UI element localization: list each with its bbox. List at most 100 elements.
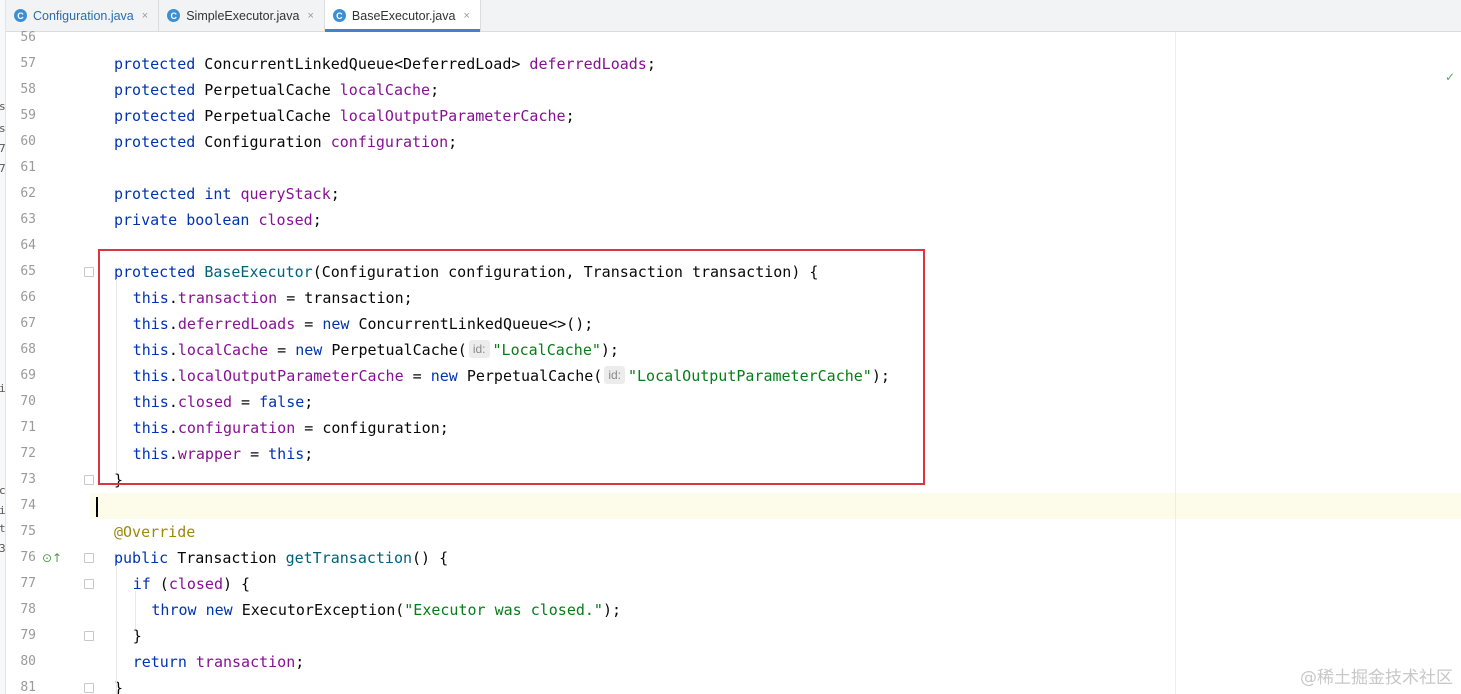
line-number: 80 — [20, 654, 36, 669]
override-method-icon[interactable]: ⊙↑ — [42, 545, 62, 571]
line-number-gutter[interactable]: 56 57 58 59 60 61 62 63 64 65 66 67 68 69 70 71 72 73 74 75… — [6, 30, 94, 694]
code-line[interactable]: } — [90, 675, 1461, 694]
code-line[interactable]: throw new ExecutorException("Executor wa… — [90, 597, 1461, 623]
code-token: transaction — [177, 289, 278, 307]
code-line[interactable]: } — [90, 623, 1461, 649]
sliver-char: c — [0, 484, 5, 497]
indent-guide — [116, 279, 117, 473]
code-token: = — [403, 367, 431, 385]
code-token: new — [322, 315, 350, 333]
code-token: PerpetualCache( — [322, 341, 467, 359]
code-token: localCache — [339, 81, 431, 99]
code-line[interactable]: this.transaction = transaction; — [90, 285, 1461, 311]
code-text: throw new ExecutorException("Executor wa… — [151, 597, 621, 623]
code-token: this — [132, 367, 169, 385]
sliver-char: i — [0, 382, 5, 395]
code-line[interactable]: @Override — [90, 519, 1461, 545]
close-icon[interactable]: × — [463, 10, 469, 22]
code-token: closed — [258, 211, 313, 229]
code-token: ExecutorException( — [232, 601, 405, 619]
code-text: return transaction; — [133, 649, 305, 675]
code-line[interactable]: protected Configuration configuration; — [90, 129, 1461, 155]
code-line[interactable]: if (closed) { — [90, 571, 1461, 597]
line-number: 74 — [20, 498, 36, 513]
code-line[interactable]: public Transaction getTransaction() { — [90, 545, 1461, 571]
code-token: () { — [412, 549, 449, 567]
code-token: ; — [646, 55, 656, 73]
code-token: = configuration; — [295, 419, 449, 437]
code-token: ; — [312, 211, 322, 229]
code-token: } — [114, 471, 124, 489]
line-number: 63 — [20, 212, 36, 227]
code-token: BaseExecutor — [204, 263, 313, 281]
code-token: "Executor was closed." — [404, 601, 603, 619]
code-line[interactable]: private boolean closed; — [90, 207, 1461, 233]
code-token: protected — [114, 263, 196, 281]
code-token: ; — [304, 445, 314, 463]
code-token: . — [168, 315, 178, 333]
code-line[interactable] — [90, 155, 1461, 181]
code-line[interactable]: } — [90, 467, 1461, 493]
sliver-char: i — [0, 504, 5, 517]
code-text: this.configuration = configuration; — [133, 415, 449, 441]
code-token: private — [114, 211, 178, 229]
code-token: = — [295, 315, 323, 333]
sliver-char: 3 — [0, 542, 5, 555]
code-line[interactable] — [90, 25, 1461, 51]
line-number: 64 — [20, 238, 36, 253]
code-token: . — [168, 289, 178, 307]
code-token: this — [132, 289, 169, 307]
code-area[interactable]: protected ConcurrentLinkedQueue<Deferred… — [90, 32, 1461, 694]
line-number: 65 — [20, 264, 36, 279]
code-line[interactable]: this.wrapper = this; — [90, 441, 1461, 467]
close-icon[interactable]: × — [307, 10, 313, 22]
sliver-char: 7 — [0, 162, 5, 175]
code-line[interactable]: protected PerpetualCache localCache; — [90, 77, 1461, 103]
line-number: 79 — [20, 628, 36, 643]
code-token: return — [132, 653, 187, 671]
line-number: 56 — [20, 30, 36, 45]
line-number: 70 — [20, 394, 36, 409]
code-token: closed — [168, 575, 223, 593]
code-token: this — [132, 315, 169, 333]
code-line[interactable]: this.localOutputParameterCache = new Per… — [90, 363, 1461, 389]
code-token: ); — [602, 601, 622, 619]
code-line[interactable]: this.configuration = configuration; — [90, 415, 1461, 441]
tab-label: SimpleExecutor.java — [186, 8, 300, 23]
code-line[interactable]: this.closed = false; — [90, 389, 1461, 415]
code-token: } — [132, 627, 142, 645]
code-line[interactable] — [90, 493, 1461, 519]
code-text: this.localCache = new PerpetualCache(id:… — [133, 337, 619, 363]
line-number: 61 — [20, 160, 36, 175]
code-line[interactable]: return transaction; — [90, 649, 1461, 675]
code-text: protected ConcurrentLinkedQueue<Deferred… — [114, 51, 656, 77]
line-number: 78 — [20, 602, 36, 617]
code-token: ConcurrentLinkedQueue<DeferredLoad> — [195, 55, 530, 73]
code-token: ; — [330, 185, 340, 203]
code-token: = transaction; — [277, 289, 413, 307]
code-token: new — [295, 341, 323, 359]
code-token: protected — [114, 55, 196, 73]
code-line[interactable]: protected ConcurrentLinkedQueue<Deferred… — [90, 51, 1461, 77]
code-line[interactable]: protected BaseExecutor(Configuration con… — [90, 259, 1461, 285]
code-token: Transaction — [168, 549, 286, 567]
code-line[interactable]: protected int queryStack; — [90, 181, 1461, 207]
line-number: 71 — [20, 420, 36, 435]
code-token: throw — [151, 601, 197, 619]
code-token: ; — [295, 653, 305, 671]
close-icon[interactable]: × — [142, 10, 148, 22]
code-token: (Configuration configuration, Transactio… — [312, 263, 819, 281]
code-token: configuration — [177, 419, 296, 437]
code-line[interactable] — [90, 233, 1461, 259]
code-token: ConcurrentLinkedQueue<>(); — [349, 315, 594, 333]
code-editor[interactable]: 56 57 58 59 60 61 62 63 64 65 66 67 68 69 70 71 72 73 74 75… — [6, 30, 1461, 694]
code-line[interactable]: protected PerpetualCache localOutputPara… — [90, 103, 1461, 129]
code-token: ) { — [223, 575, 251, 593]
code-line[interactable]: this.deferredLoads = new ConcurrentLinke… — [90, 311, 1461, 337]
inspection-ok-icon[interactable]: ✓ — [1445, 70, 1455, 84]
code-line[interactable]: this.localCache = new PerpetualCache(id:… — [90, 337, 1461, 363]
text-caret — [96, 497, 98, 517]
code-token: new — [430, 367, 458, 385]
